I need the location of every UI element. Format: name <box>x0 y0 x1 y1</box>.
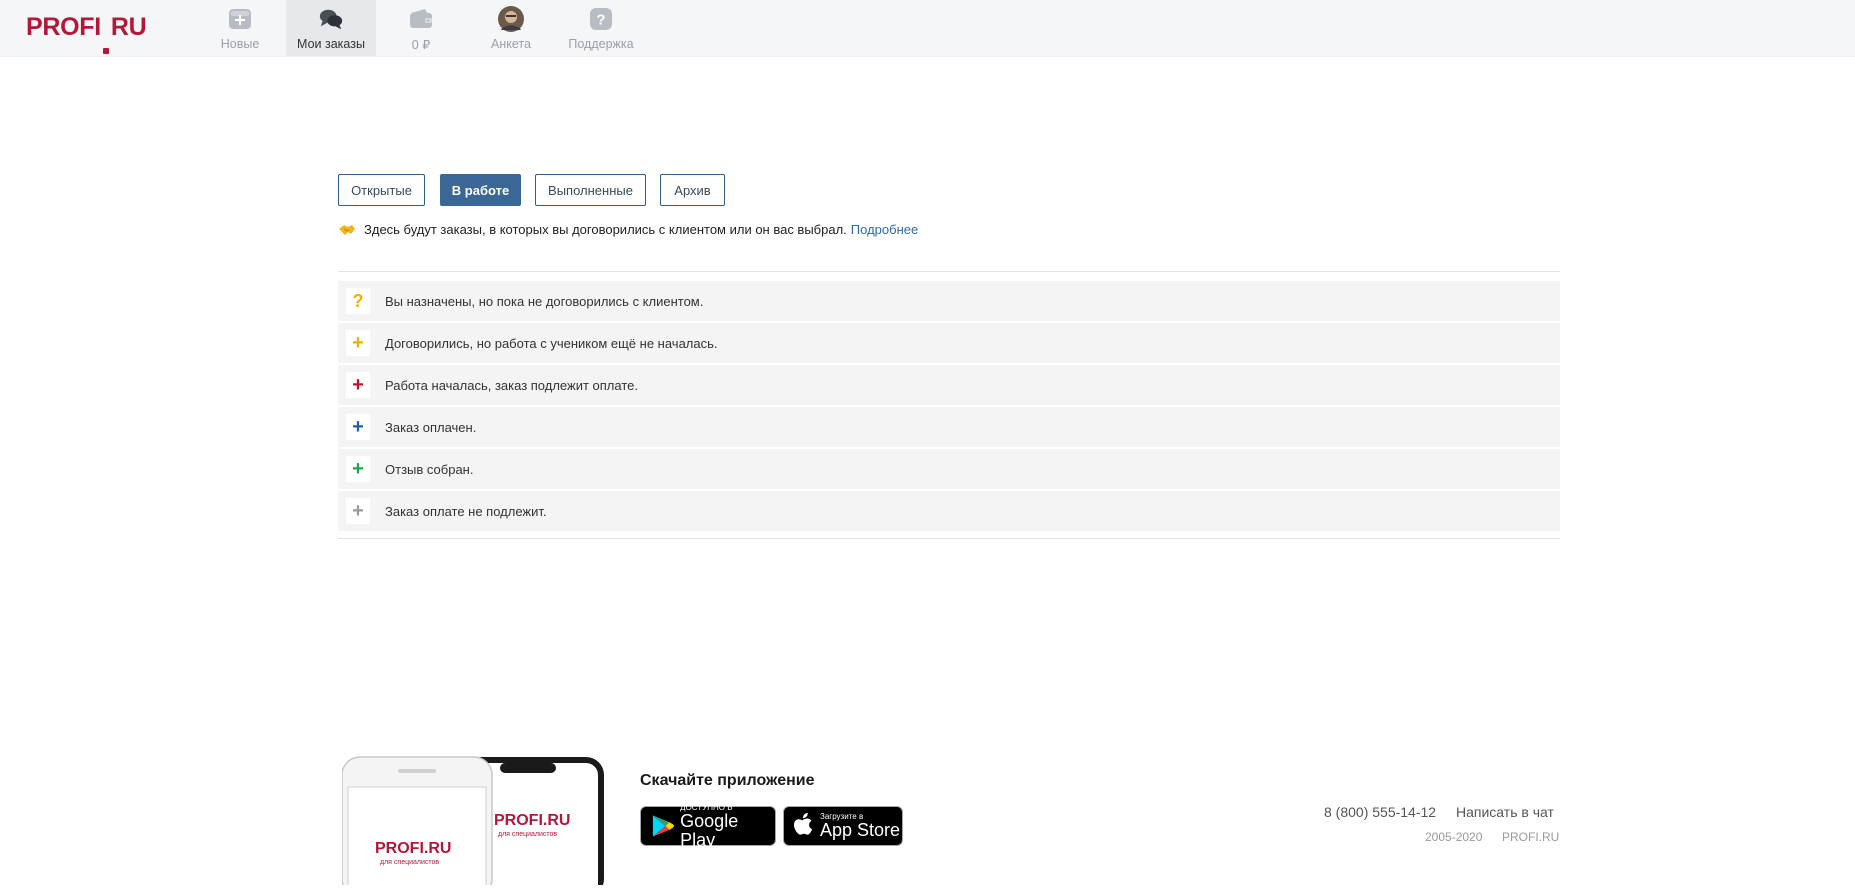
legend-text: Вы назначены, но пока не договорились с … <box>385 293 704 309</box>
phone-front-logo: PROFI.RU <box>375 840 452 857</box>
app-phones-image: PROFI.RU для специалистов PROFI.RU для с… <box>341 755 612 890</box>
legend-text: Отзыв собран. <box>385 461 474 477</box>
plus-icon: + <box>346 330 370 356</box>
apple-icon <box>794 813 813 835</box>
status-legend: ? Вы назначены, но пока не договорились с… <box>338 281 1560 533</box>
legend-row: ? Вы назначены, но пока не договорились с… <box>338 281 1560 321</box>
legend-row: + Заказ оплачен. <box>338 407 1560 447</box>
question-icon: ? <box>588 6 614 32</box>
nav-item-label: 0 ₽ <box>411 38 431 52</box>
nav-item-support[interactable]: ? Поддержка <box>566 0 636 56</box>
legend-row: + Заказ оплате не подлежит. <box>338 491 1560 531</box>
legend-text: Заказ оплачен. <box>385 419 477 435</box>
avatar <box>498 6 524 32</box>
legend-text: Работа началась, заказ подлежит оплате. <box>385 377 638 393</box>
phone-front-subtitle: для специалистов <box>380 859 440 866</box>
phone-back-logo: PROFI.RU <box>494 812 571 829</box>
legend-row: + Договорились, но работа с учеником ещё … <box>338 323 1560 363</box>
legend-row: + Работа началась, заказ подлежит оплате. <box>338 365 1560 405</box>
legend-text: Заказ оплате не подлежит. <box>385 503 547 519</box>
google-play-icon <box>652 815 674 837</box>
wallet-icon <box>408 6 434 32</box>
support-phone[interactable]: 8 (800) 555-14-12 <box>1324 804 1436 820</box>
plus-icon: + <box>346 498 370 524</box>
more-link[interactable]: Подробнее <box>851 222 918 237</box>
chat-bubbles-icon <box>318 6 344 32</box>
nav-item-label: Анкета <box>491 37 531 51</box>
top-header: PROFI RU Новые Мои заказы 0 ₽ Анкета ? По… <box>0 0 1855 57</box>
tab-archive[interactable]: Архив <box>660 174 725 206</box>
new-orders-icon <box>227 6 253 32</box>
nav-item-label: Мои заказы <box>297 37 365 51</box>
nav-item-label: Поддержка <box>568 37 634 51</box>
plus-icon: + <box>346 414 370 440</box>
chat-link[interactable]: Написать в чат <box>1456 804 1554 820</box>
question-mark-icon: ? <box>346 288 370 314</box>
app-store-button[interactable]: Загрузите в App Store <box>783 806 903 846</box>
divider-top <box>338 271 1560 272</box>
divider-bottom <box>338 538 1560 539</box>
tab-in-progress[interactable]: В работе <box>440 174 521 206</box>
info-text: Здесь будут заказы, в которых вы договор… <box>364 222 847 237</box>
plus-icon: + <box>346 372 370 398</box>
info-message: Здесь будут заказы, в которых вы договор… <box>338 222 918 237</box>
nav-item-my-orders[interactable]: Мои заказы <box>286 0 376 56</box>
app-store-big: App Store <box>820 820 901 840</box>
google-play-big: Google Play <box>680 810 739 850</box>
nav-item-label: Новые <box>220 37 260 51</box>
phone-back-subtitle: для специалистов <box>498 831 558 838</box>
nav-item-new[interactable]: Новые <box>213 0 267 56</box>
nav-item-balance[interactable]: 0 ₽ <box>400 0 442 56</box>
plus-icon: + <box>346 456 370 482</box>
tab-completed[interactable]: Выполненные <box>535 174 646 206</box>
nav-item-profile[interactable]: Анкета <box>486 0 536 56</box>
legend-text: Договорились, но работа с учеником ещё н… <box>385 335 718 351</box>
tab-open[interactable]: Открытые <box>338 174 425 206</box>
svg-text:?: ? <box>596 12 605 29</box>
profi-logo[interactable]: PROFI RU <box>26 13 147 54</box>
google-play-button[interactable]: ДОСТУПНО В Google Play <box>640 803 776 849</box>
footer-brand: PROFI.RU <box>1502 830 1560 844</box>
legend-row: + Отзыв собран. <box>338 449 1560 489</box>
handshake-icon <box>339 224 355 235</box>
download-app-title: Скачайте приложение <box>640 772 815 789</box>
copyright-years: 2005-2020 <box>1425 830 1483 844</box>
